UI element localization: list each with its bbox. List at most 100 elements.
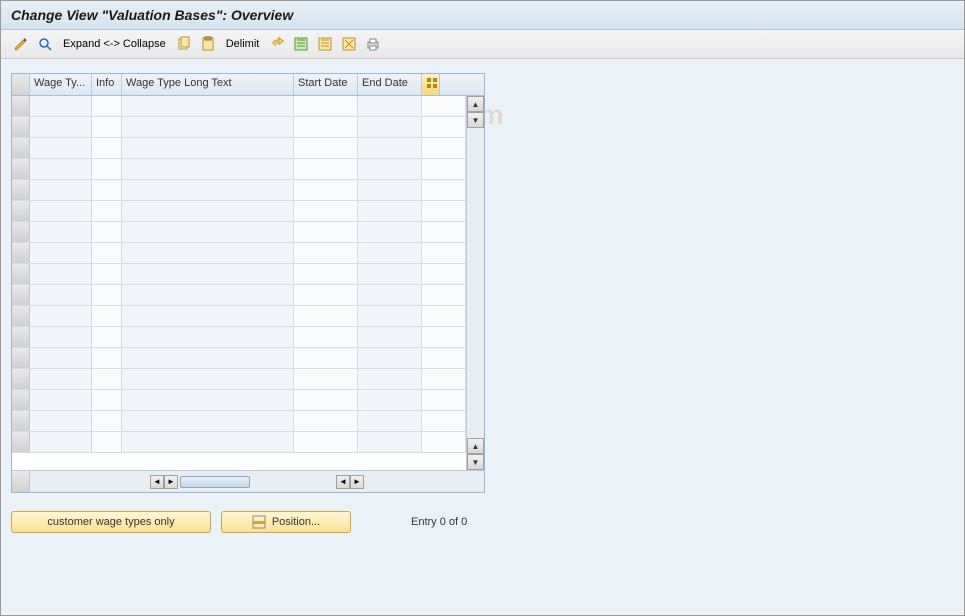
cell-wage-type[interactable] — [30, 369, 92, 389]
undo-icon[interactable] — [267, 34, 287, 54]
cell-long-text[interactable] — [122, 96, 294, 116]
row-selector[interactable] — [12, 411, 30, 431]
cell-info[interactable] — [92, 264, 122, 284]
cell-start-date[interactable] — [294, 306, 358, 326]
scroll-right-end-button[interactable]: ► — [350, 475, 364, 489]
cell-start-date[interactable] — [294, 390, 358, 410]
paste-icon[interactable] — [198, 34, 218, 54]
table-row[interactable] — [12, 411, 466, 432]
cell-start-date[interactable] — [294, 348, 358, 368]
cell-long-text[interactable] — [122, 327, 294, 347]
column-header-long-text[interactable]: Wage Type Long Text — [122, 74, 294, 95]
vertical-scrollbar[interactable]: ▲ ▼ ▲ ▼ — [466, 96, 484, 470]
row-selector[interactable] — [12, 285, 30, 305]
column-header-end-date[interactable]: End Date — [358, 74, 422, 95]
table-row[interactable] — [12, 138, 466, 159]
cell-end-date[interactable] — [358, 264, 422, 284]
cell-start-date[interactable] — [294, 243, 358, 263]
cell-long-text[interactable] — [122, 222, 294, 242]
table-row[interactable] — [12, 264, 466, 285]
scroll-right-button[interactable]: ► — [164, 475, 178, 489]
cell-info[interactable] — [92, 285, 122, 305]
cell-long-text[interactable] — [122, 390, 294, 410]
cell-long-text[interactable] — [122, 201, 294, 221]
cell-info[interactable] — [92, 348, 122, 368]
cell-info[interactable] — [92, 222, 122, 242]
cell-long-text[interactable] — [122, 159, 294, 179]
row-selector[interactable] — [12, 243, 30, 263]
cell-wage-type[interactable] — [30, 96, 92, 116]
cell-long-text[interactable] — [122, 264, 294, 284]
cell-long-text[interactable] — [122, 138, 294, 158]
cell-start-date[interactable] — [294, 180, 358, 200]
cell-wage-type[interactable] — [30, 243, 92, 263]
cell-wage-type[interactable] — [30, 201, 92, 221]
column-header-wage-type[interactable]: Wage Ty... — [30, 74, 92, 95]
cell-wage-type[interactable] — [30, 222, 92, 242]
position-button[interactable]: Position... — [221, 511, 351, 533]
select-all-header[interactable] — [12, 74, 30, 95]
cell-start-date[interactable] — [294, 138, 358, 158]
cell-start-date[interactable] — [294, 264, 358, 284]
row-selector[interactable] — [12, 117, 30, 137]
table-row[interactable] — [12, 327, 466, 348]
row-selector[interactable] — [12, 264, 30, 284]
cell-long-text[interactable] — [122, 306, 294, 326]
cell-start-date[interactable] — [294, 432, 358, 452]
row-selector[interactable] — [12, 222, 30, 242]
cell-start-date[interactable] — [294, 117, 358, 137]
cell-wage-type[interactable] — [30, 411, 92, 431]
cell-start-date[interactable] — [294, 285, 358, 305]
cell-start-date[interactable] — [294, 327, 358, 347]
cell-wage-type[interactable] — [30, 180, 92, 200]
cell-long-text[interactable] — [122, 180, 294, 200]
deselect-all-icon[interactable] — [315, 34, 335, 54]
table-row[interactable] — [12, 432, 466, 453]
cell-start-date[interactable] — [294, 222, 358, 242]
cell-wage-type[interactable] — [30, 348, 92, 368]
column-header-start-date[interactable]: Start Date — [294, 74, 358, 95]
cell-info[interactable] — [92, 243, 122, 263]
horizontal-scrollbar[interactable]: ◄ ► ◄ ► — [30, 475, 484, 489]
cell-start-date[interactable] — [294, 369, 358, 389]
table-row[interactable] — [12, 180, 466, 201]
cell-long-text[interactable] — [122, 243, 294, 263]
configure-icon[interactable] — [339, 34, 359, 54]
cell-info[interactable] — [92, 390, 122, 410]
table-row[interactable] — [12, 201, 466, 222]
cell-wage-type[interactable] — [30, 264, 92, 284]
row-selector[interactable] — [12, 369, 30, 389]
cell-end-date[interactable] — [358, 117, 422, 137]
cell-end-date[interactable] — [358, 201, 422, 221]
table-row[interactable] — [12, 222, 466, 243]
delimit-button[interactable]: Delimit — [222, 36, 264, 52]
row-selector[interactable] — [12, 432, 30, 452]
scroll-left-end-button[interactable]: ◄ — [336, 475, 350, 489]
table-configure-icon[interactable] — [422, 74, 440, 95]
toggle-display-change-icon[interactable] — [11, 34, 31, 54]
cell-info[interactable] — [92, 201, 122, 221]
row-selector[interactable] — [12, 159, 30, 179]
cell-wage-type[interactable] — [30, 285, 92, 305]
cell-info[interactable] — [92, 327, 122, 347]
row-selector[interactable] — [12, 96, 30, 116]
scroll-up-button-bottom[interactable]: ▲ — [467, 438, 484, 454]
cell-info[interactable] — [92, 138, 122, 158]
cell-wage-type[interactable] — [30, 117, 92, 137]
cell-end-date[interactable] — [358, 327, 422, 347]
cell-end-date[interactable] — [358, 390, 422, 410]
cell-wage-type[interactable] — [30, 390, 92, 410]
table-row[interactable] — [12, 243, 466, 264]
cell-end-date[interactable] — [358, 96, 422, 116]
cell-wage-type[interactable] — [30, 138, 92, 158]
cell-end-date[interactable] — [358, 180, 422, 200]
cell-info[interactable] — [92, 306, 122, 326]
cell-end-date[interactable] — [358, 306, 422, 326]
print-icon[interactable] — [363, 34, 383, 54]
row-selector[interactable] — [12, 306, 30, 326]
table-row[interactable] — [12, 285, 466, 306]
cell-end-date[interactable] — [358, 138, 422, 158]
table-row[interactable] — [12, 390, 466, 411]
copy-icon[interactable] — [174, 34, 194, 54]
cell-end-date[interactable] — [358, 411, 422, 431]
